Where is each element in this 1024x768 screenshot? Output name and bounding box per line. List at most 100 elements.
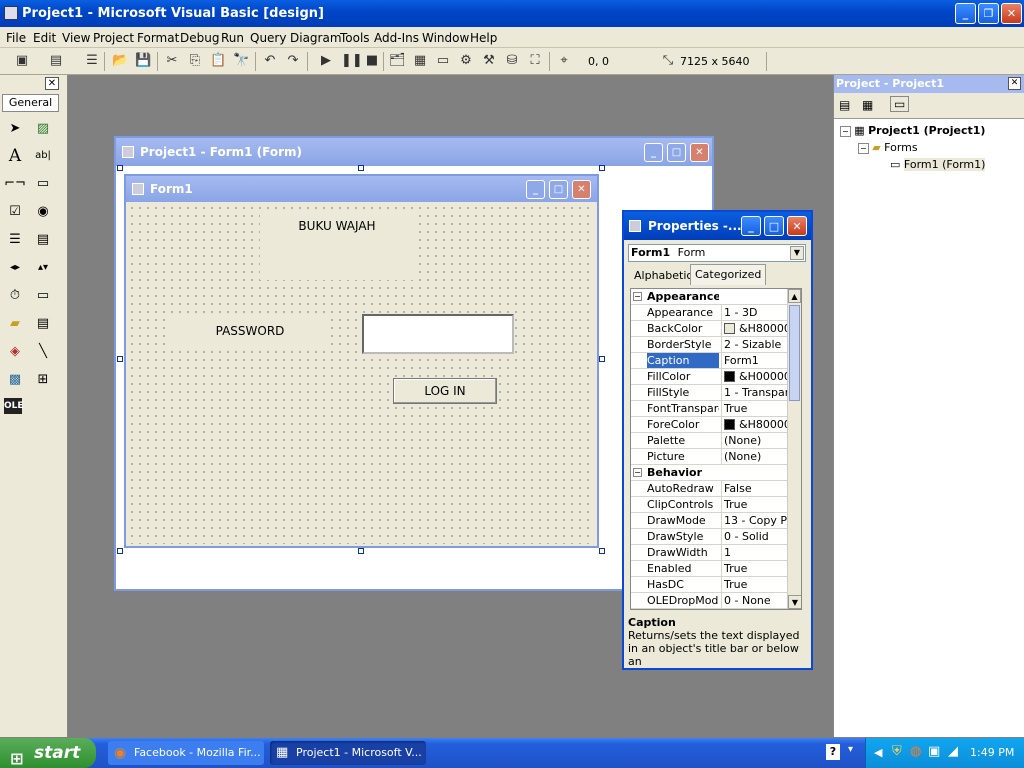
property-value[interactable]: 2 - Sizable [721, 337, 787, 352]
property-value[interactable]: 0 - Solid [721, 529, 787, 544]
project-explorer[interactable]: Project - Project1 ✕ ▤ ▦ ▭ − ▦ Project1 … [833, 75, 1024, 737]
form1-maximize-button[interactable]: □ [549, 180, 568, 199]
combobox-tool-icon[interactable]: ☰ [4, 229, 26, 251]
property-value[interactable]: (None) [721, 449, 787, 464]
redo-icon[interactable]: ↷ [285, 53, 301, 69]
image-tool-icon[interactable]: ▩ [4, 369, 26, 391]
copy-icon[interactable]: ⎘ [187, 53, 203, 69]
property-value[interactable]: &H000000 [721, 369, 787, 384]
property-value[interactable]: (None) [721, 433, 787, 448]
project-close-icon[interactable]: ✕ [1008, 77, 1021, 90]
property-value[interactable]: True [721, 561, 787, 576]
line-tool-icon[interactable]: ╲ [32, 341, 54, 363]
save-icon[interactable]: 💾 [135, 53, 151, 69]
menu-debug[interactable]: Debug [180, 31, 219, 45]
property-row[interactable]: Palette (None) [631, 433, 789, 449]
form1-design-grid[interactable]: BUKU WAJAH PASSWORD LOG IN [128, 204, 595, 544]
property-row[interactable]: Appearance 1 - 3D [631, 305, 789, 321]
drivelistbox-tool-icon[interactable]: ▭ [32, 285, 54, 307]
property-value[interactable]: 13 - Copy Pen [721, 513, 787, 528]
resize-handle[interactable] [599, 356, 605, 362]
menu-query[interactable]: Query [250, 31, 286, 45]
paste-icon[interactable]: 📋 [210, 53, 226, 69]
frame-tool-icon[interactable]: ⌐¬ [4, 173, 26, 195]
optionbutton-tool-icon[interactable]: ◉ [32, 201, 54, 223]
properties-grid[interactable]: − Appearance Appearance 1 - 3D BackColor &H80… [630, 288, 802, 610]
collapse-icon[interactable]: − [633, 292, 642, 301]
open-icon[interactable]: 📂 [112, 53, 128, 69]
task-firefox[interactable]: ◉ Facebook - Mozilla Fir... [108, 741, 264, 765]
shape-tool-icon[interactable]: ◈ [4, 341, 26, 363]
form1-title-bar[interactable]: Form1 _ □ ✕ [126, 176, 597, 202]
toggle-folders-icon[interactable]: ▭ [890, 96, 910, 112]
password-textbox[interactable] [362, 314, 514, 354]
property-value[interactable]: 0 - None [721, 593, 787, 608]
property-value[interactable]: &H8000000 [721, 417, 787, 432]
antivirus-icon[interactable]: ◍ [910, 744, 921, 759]
start-icon[interactable]: ▶ [318, 53, 334, 69]
property-row[interactable]: BorderStyle 2 - Sizable [631, 337, 789, 353]
resize-handle[interactable] [117, 165, 123, 171]
view-object-icon[interactable]: ▦ [862, 98, 873, 112]
close-button[interactable]: ✕ [1001, 3, 1022, 24]
clock[interactable]: 1:49 PM [970, 746, 1014, 759]
resize-handle[interactable] [599, 548, 605, 554]
resize-handle[interactable] [358, 548, 364, 554]
property-row[interactable]: BackColor&H8000000 [631, 321, 789, 337]
pointer-tool-icon[interactable]: ➤ [4, 118, 26, 140]
menu-run[interactable]: Run [221, 31, 244, 45]
tab-categorized[interactable]: Categorized [690, 264, 767, 285]
login-button[interactable]: LOG IN [393, 378, 497, 404]
restore-button[interactable]: ❐ [978, 3, 999, 24]
data-tool-icon[interactable]: ⊞ [32, 369, 54, 391]
project-explorer-title-bar[interactable]: Project - Project1 ✕ [834, 75, 1024, 93]
property-row[interactable]: Caption Form1 [631, 353, 789, 369]
resize-handle[interactable] [117, 356, 123, 362]
properties-close-button[interactable]: ✕ [787, 216, 807, 236]
commandbutton-tool-icon[interactable]: ▭ [32, 173, 54, 195]
minimize-button[interactable]: _ [955, 3, 976, 24]
scroll-up-icon[interactable]: ▲ [788, 289, 801, 303]
cut-icon[interactable]: ✂ [164, 53, 180, 69]
property-value[interactable]: True [721, 497, 787, 512]
property-row[interactable]: AutoRedraw False [631, 481, 789, 497]
tree-node-form1[interactable]: ▭ Form1 (Form1) [840, 157, 986, 173]
designer-close-button[interactable]: ✕ [690, 143, 709, 162]
help-icon[interactable]: ? [826, 744, 840, 760]
filelistbox-tool-icon[interactable]: ▤ [32, 313, 54, 335]
property-value[interactable]: 1 - 3D [721, 305, 787, 320]
property-row[interactable]: DrawStyle 0 - Solid [631, 529, 789, 545]
menu-editor-icon[interactable]: ☰ [84, 53, 100, 69]
chevron-down-icon[interactable]: ▾ [848, 744, 853, 755]
form1-minimize-button[interactable]: _ [526, 180, 545, 199]
property-category[interactable]: − Appearance [631, 289, 789, 305]
menu-edit[interactable]: Edit [33, 31, 56, 45]
menu-help[interactable]: Help [470, 31, 497, 45]
component-manager-icon[interactable]: ⛶ [527, 53, 543, 69]
designer-minimize-button[interactable]: _ [644, 143, 663, 162]
collapse-icon[interactable]: − [840, 126, 851, 137]
ole-tool-icon[interactable]: OLE [4, 398, 24, 414]
menu-window[interactable]: Window [422, 31, 469, 45]
toolbox-tab-general[interactable]: General [2, 94, 59, 112]
add-form-icon[interactable]: ▤ [48, 53, 64, 69]
volume-icon[interactable]: ◢ [948, 744, 958, 759]
property-row[interactable]: DrawWidth 1 [631, 545, 789, 561]
menu-diagram[interactable]: Diagram [290, 31, 342, 45]
property-row[interactable]: ForeColor&H8000000 [631, 417, 789, 433]
menu-view[interactable]: View [62, 31, 90, 45]
property-row[interactable]: FontTransparent True [631, 401, 789, 417]
form-layout-icon[interactable]: ▭ [435, 53, 451, 69]
start-button[interactable]: ⊞ start [0, 738, 96, 768]
property-row[interactable]: Picture (None) [631, 449, 789, 465]
break-icon[interactable]: ❚❚ [341, 53, 363, 69]
task-vb[interactable]: ▦ Project1 - Microsoft V... [270, 741, 426, 765]
picturebox-tool-icon[interactable]: ▨ [32, 118, 54, 140]
menu-tools[interactable]: Tools [340, 31, 370, 45]
property-row[interactable]: DrawMode 13 - Copy Pen [631, 513, 789, 529]
app-title-bar[interactable]: Project1 - Microsoft Visual Basic [desig… [0, 0, 1024, 27]
project-explorer-icon[interactable]: 🗂 [389, 53, 406, 69]
hscrollbar-tool-icon[interactable]: ◂▸ [4, 257, 26, 279]
resize-handle[interactable] [358, 165, 364, 171]
object-browser-icon[interactable]: ⚙ [458, 53, 474, 69]
